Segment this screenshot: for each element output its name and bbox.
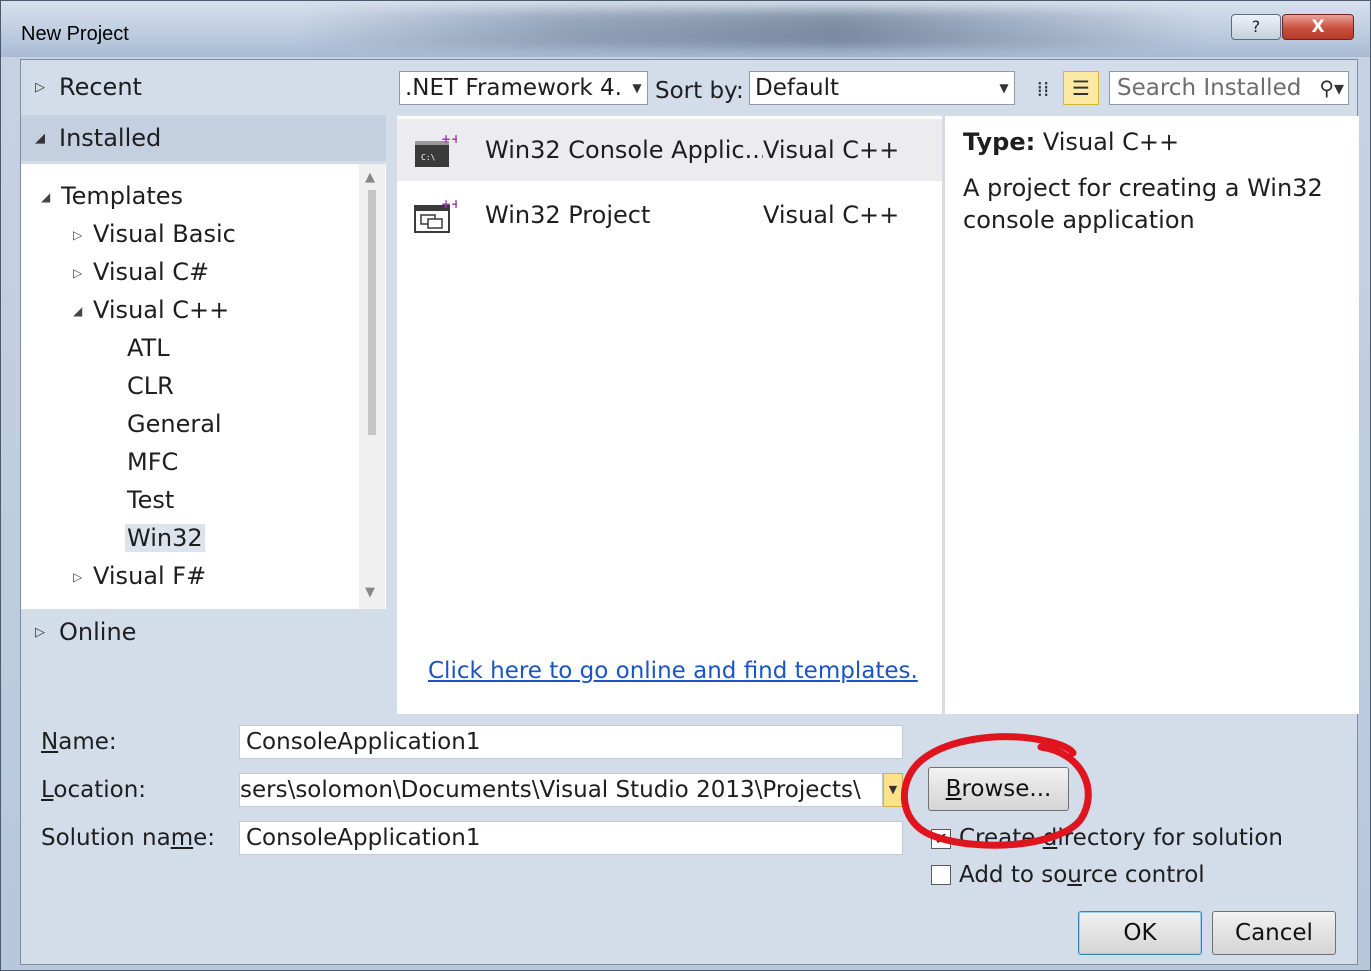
small-icons-view-icon[interactable]: ⁞⁞ <box>1029 75 1057 103</box>
framework-select-value: .NET Framework 4. <box>405 75 622 101</box>
search-input[interactable]: Search Installed ⚲▾ <box>1109 71 1349 105</box>
chevron-down-icon[interactable]: ▼ <box>627 72 647 104</box>
name-field[interactable]: ConsoleApplication1 <box>239 725 903 759</box>
expand-arrow-icon: ▷ <box>73 228 83 242</box>
nav-section-recent[interactable]: ▷ Recent <box>21 64 386 110</box>
template-list: C:\ ++ Win32 Console Applic... Visual C+… <box>397 116 942 714</box>
list-view-icon[interactable]: ☰ <box>1063 71 1099 105</box>
find-templates-online-link[interactable]: Click here to go online and find templat… <box>428 658 918 684</box>
template-toolbar: .NET Framework 4. ▼ Sort by: Default ▼ ⁞… <box>397 70 1357 112</box>
scroll-up-icon[interactable]: ▲ <box>365 170 375 185</box>
scroll-down-icon[interactable]: ▼ <box>365 585 375 600</box>
type-label: Type: <box>963 128 1036 156</box>
title-bar[interactable]: New Project ? X <box>1 1 1370 57</box>
tree-item-templates[interactable]: ◢ Templates <box>41 178 183 214</box>
tree-item-clr[interactable]: CLR <box>127 368 174 404</box>
template-row-win32-project[interactable]: ++ Win32 Project Visual C++ <box>397 184 942 246</box>
help-button[interactable]: ? <box>1231 14 1281 40</box>
expand-arrow-icon: ▷ <box>35 625 45 640</box>
location-field[interactable]: sers\solomon\Documents\Visual Studio 201… <box>239 773 883 807</box>
ok-button[interactable]: OK <box>1078 911 1202 955</box>
create-directory-label: Create directory for solution <box>959 825 1283 851</box>
template-description: A project for creating a Win32 console a… <box>963 174 1323 234</box>
svg-text:++: ++ <box>441 198 457 211</box>
template-details-pane: Type: Visual C++ A project for creating … <box>945 116 1359 714</box>
tree-item-general[interactable]: General <box>127 406 222 442</box>
sort-by-select-value: Default <box>755 75 840 101</box>
expand-arrow-icon: ▷ <box>73 570 83 584</box>
win32-project-icon: ++ <box>414 198 457 233</box>
nav-section-label: Online <box>59 618 137 646</box>
tree-item-atl[interactable]: ATL <box>127 330 170 366</box>
template-type: Type: Visual C++ <box>963 128 1179 156</box>
sort-by-select[interactable]: Default ▼ <box>749 71 1015 105</box>
new-project-dialog: New Project ? X ▷ Recent ◢ Installed ◢ Temp… <box>0 0 1371 971</box>
create-directory-checkbox[interactable]: ✔ <box>931 829 951 849</box>
sort-by-label: Sort by: <box>655 78 744 104</box>
nav-section-label: Recent <box>59 73 142 101</box>
template-tree: ◢ Templates ▷ Visual Basic ▷ Visual C# ◢ Vis… <box>21 164 386 609</box>
tree-item-win32[interactable]: Win32 <box>125 520 205 556</box>
source-control-checkbox[interactable] <box>931 865 951 885</box>
nav-section-installed[interactable]: ◢ Installed <box>21 115 386 161</box>
cancel-button[interactable]: Cancel <box>1212 911 1336 955</box>
expand-arrow-icon: ▷ <box>73 266 83 280</box>
template-name: Win32 Project <box>485 201 651 229</box>
tree-item-visual-basic[interactable]: ▷ Visual Basic <box>73 216 236 252</box>
collapse-arrow-icon: ◢ <box>73 304 83 318</box>
source-control-label: Add to source control <box>959 862 1205 888</box>
nav-section-label: Installed <box>59 124 162 152</box>
name-label: Name: <box>41 729 117 755</box>
solution-name-field[interactable]: ConsoleApplication1 <box>239 821 903 855</box>
nav-section-online[interactable]: ▷ Online <box>21 609 386 655</box>
title-bar-glass <box>301 9 1201 49</box>
template-name: Win32 Console Applic... <box>485 136 763 164</box>
tree-item-mfc[interactable]: MFC <box>127 444 178 480</box>
expand-arrow-icon: ▷ <box>35 80 45 95</box>
location-label: Location: <box>41 777 147 803</box>
scrollbar-thumb[interactable] <box>368 190 376 435</box>
tree-scrollbar[interactable]: ▲ ▼ <box>359 164 385 609</box>
template-language: Visual C++ <box>763 201 900 229</box>
tree-item-visual-fsharp[interactable]: ▷ Visual F# <box>73 558 206 594</box>
tree-item-visual-csharp[interactable]: ▷ Visual C# <box>73 254 209 290</box>
template-row-win32-console[interactable]: C:\ ++ Win32 Console Applic... Visual C+… <box>397 119 942 181</box>
window-title: New Project <box>21 23 129 45</box>
chevron-down-icon[interactable]: ▼ <box>883 773 903 807</box>
browse-button[interactable]: Browse... <box>928 767 1069 811</box>
tree-item-test[interactable]: Test <box>127 482 174 518</box>
console-app-icon: C:\ ++ <box>415 133 457 167</box>
solution-name-label: Solution name: <box>41 825 215 851</box>
tree-item-visual-cpp[interactable]: ◢ Visual C++ <box>73 292 229 328</box>
dialog-client-area: ▷ Recent ◢ Installed ◢ Templates ▷ Visual Ba… <box>20 59 1359 965</box>
template-navigation-panel: ▷ Recent ◢ Installed ◢ Templates ▷ Visual Ba… <box>21 60 386 714</box>
collapse-arrow-icon: ◢ <box>41 190 51 204</box>
framework-select[interactable]: .NET Framework 4. ▼ <box>399 71 648 105</box>
search-placeholder: Search Installed <box>1117 75 1302 101</box>
svg-text:C:\: C:\ <box>421 153 436 162</box>
close-button[interactable]: X <box>1282 14 1354 40</box>
chevron-down-icon[interactable]: ▼ <box>994 72 1014 104</box>
search-icon[interactable]: ⚲▾ <box>1317 72 1344 104</box>
svg-text:++: ++ <box>441 133 457 146</box>
template-language: Visual C++ <box>763 136 900 164</box>
type-value: Visual C++ <box>1042 128 1180 156</box>
collapse-arrow-icon: ◢ <box>35 131 45 146</box>
